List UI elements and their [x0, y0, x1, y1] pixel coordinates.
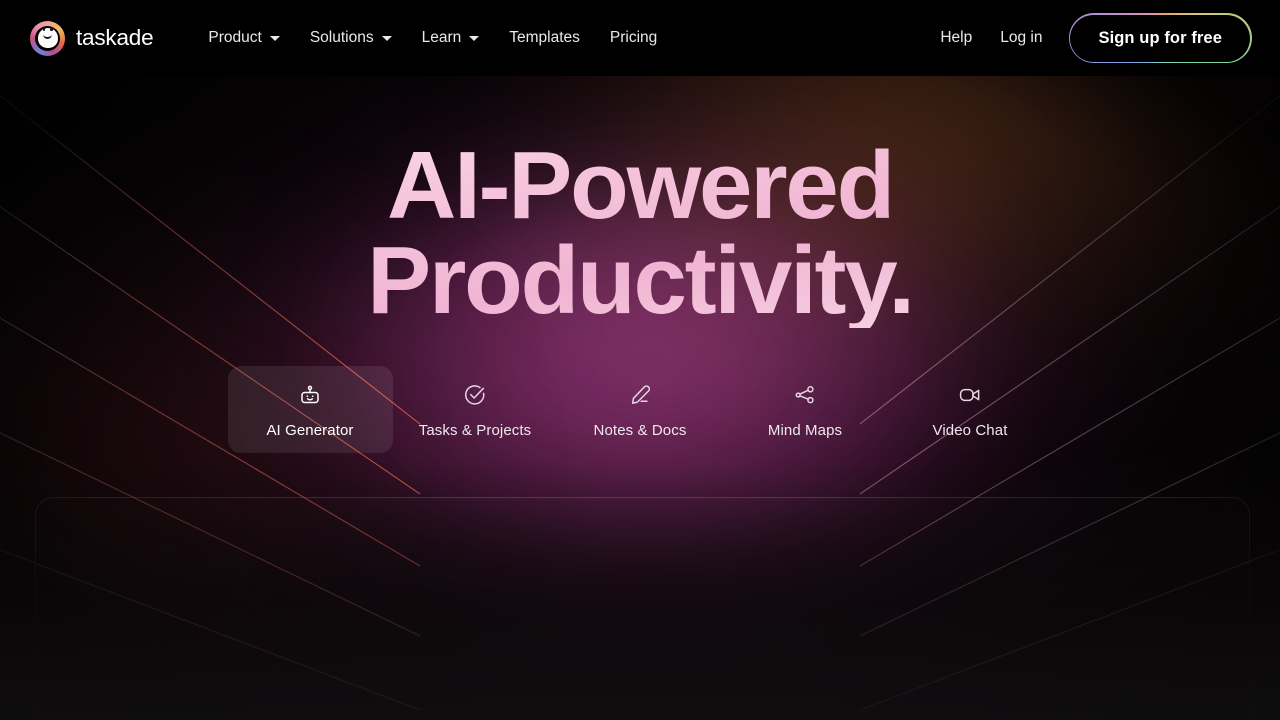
- nav-item-learn-label: Learn: [421, 29, 462, 46]
- tab-mind-maps-label: Mind Maps: [767, 422, 843, 440]
- nav-item-solutions[interactable]: Solutions: [295, 21, 407, 55]
- signup-button[interactable]: Sign up for free: [1068, 12, 1252, 64]
- brand-logo-link[interactable]: taskade: [30, 20, 154, 56]
- tab-notes-docs[interactable]: Notes & Docs: [558, 366, 723, 453]
- top-navigation-bar: taskade Product Solutions Learn Template…: [0, 0, 1280, 76]
- brand-wordmark: taskade: [76, 25, 154, 50]
- tab-tasks-projects[interactable]: Tasks & Projects: [393, 366, 558, 453]
- hero-section: AI-Powered Productivity. AI Generator Ta…: [0, 76, 1280, 454]
- feature-tab-list: AI Generator Tasks & Projects Notes & Do…: [0, 366, 1280, 454]
- pencil-icon: [628, 383, 652, 407]
- taskade-logo-icon: [30, 20, 65, 56]
- chevron-down-icon: [381, 35, 392, 41]
- tab-ai-generator[interactable]: AI Generator: [227, 366, 393, 454]
- nav-item-product-label: Product: [208, 29, 262, 46]
- bottom-fade: [0, 460, 1280, 720]
- tab-video-chat[interactable]: Video Chat: [888, 366, 1053, 453]
- headline-line-1: AI-Powered: [386, 132, 894, 239]
- chevron-down-icon: [269, 35, 280, 41]
- tab-tasks-projects-label: Tasks & Projects: [418, 422, 532, 440]
- chevron-down-icon: [469, 35, 480, 41]
- tab-notes-docs-label: Notes & Docs: [593, 422, 687, 440]
- taskade-landing-page: taskade Product Solutions Learn Template…: [0, 0, 1280, 720]
- nav-item-pricing[interactable]: Pricing: [595, 21, 672, 55]
- secondary-nav-links: Help Log in Sign up for free: [926, 12, 1252, 64]
- headline-line-2: Productivity.: [367, 227, 913, 335]
- share-nodes-icon: [793, 383, 817, 407]
- primary-nav-links: Product Solutions Learn Templates Pricin…: [193, 21, 672, 55]
- page-title: AI-Powered Productivity.: [0, 138, 1280, 328]
- signup-button-label: Sign up for free: [1098, 28, 1222, 47]
- nav-item-templates[interactable]: Templates: [494, 21, 595, 55]
- nav-item-learn[interactable]: Learn: [407, 21, 495, 55]
- tab-ai-generator-label: AI Generator: [266, 422, 354, 440]
- nav-item-product[interactable]: Product: [193, 21, 294, 55]
- tab-mind-maps[interactable]: Mind Maps: [723, 366, 888, 453]
- nav-item-help[interactable]: Help: [926, 21, 986, 55]
- video-camera-icon: [958, 383, 982, 407]
- robot-icon: [298, 383, 322, 407]
- nav-item-solutions-label: Solutions: [309, 29, 374, 46]
- check-circle-icon: [463, 383, 487, 407]
- tab-video-chat-label: Video Chat: [932, 422, 1008, 440]
- nav-item-login[interactable]: Log in: [986, 21, 1056, 55]
